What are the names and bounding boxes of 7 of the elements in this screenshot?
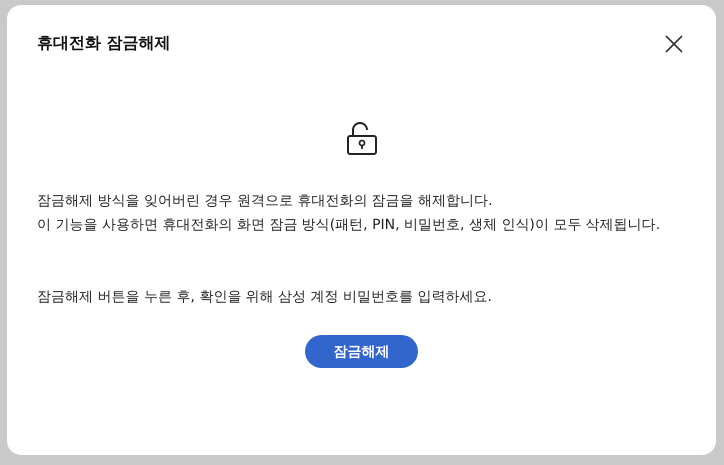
description-text: 잠금해제 방식을 잊어버린 경우 원격으로 휴대전화의 잠금을 해제합니다.	[37, 192, 494, 211]
unlock-button[interactable]: 잠금해제	[305, 335, 418, 368]
description-text: 잠금해제 버튼을 누른 후, 확인을 위해 삼성 계정 비밀번호를 입력하세요.	[37, 288, 493, 307]
dialog-title: 휴대전화 잠금해제	[37, 33, 171, 54]
unlocked-padlock-icon	[346, 121, 378, 155]
close-icon[interactable]	[664, 34, 684, 54]
description-text: 이 기능을 사용하면 휴대전화의 화면 잠금 방식(패턴, PIN, 비밀번호, 생체 인식)이 모두 삭제됩니다.	[37, 216, 662, 235]
